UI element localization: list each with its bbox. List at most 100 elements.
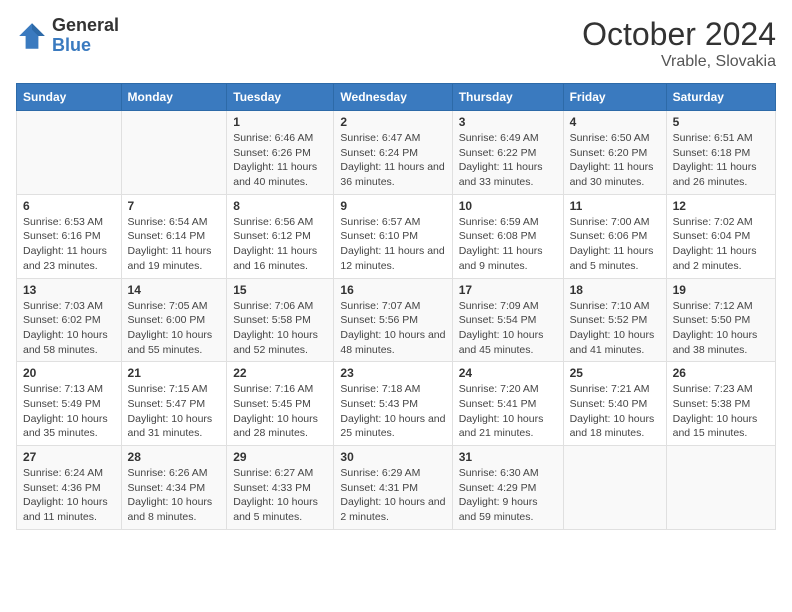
calendar-cell: 28Sunrise: 6:26 AM Sunset: 4:34 PM Dayli… <box>121 446 227 530</box>
day-info: Sunrise: 7:02 AM Sunset: 6:04 PM Dayligh… <box>673 215 769 274</box>
calendar-cell: 24 Sunrise: 7:20 AM Sunset: 5:41 PM Dayli… <box>452 362 563 446</box>
day-number: 15 <box>233 283 327 297</box>
day-number: 26 <box>673 366 769 380</box>
calendar-cell: 19 Sunrise: 7:12 AM Sunset: 5:50 PM Dayli… <box>666 278 775 362</box>
day-number: 12 <box>673 199 769 213</box>
day-number: 14 <box>128 283 221 297</box>
calendar-cell: 17 Sunrise: 7:09 AM Sunset: 5:54 PM Dayli… <box>452 278 563 362</box>
calendar-cell: 22 Sunrise: 7:16 AM Sunset: 5:45 PM Dayli… <box>227 362 334 446</box>
day-number: 23 <box>340 366 445 380</box>
calendar-cell: 30 Sunrise: 6:29 AM Sunset: 4:31 PM Dayli… <box>334 446 452 530</box>
calendar-week-row: 6Sunrise: 6:53 AM Sunset: 6:16 PM Daylig… <box>17 194 776 278</box>
column-header-monday: Monday <box>121 84 227 111</box>
column-header-tuesday: Tuesday <box>227 84 334 111</box>
day-info: Sunrise: 6:49 AM Sunset: 6:22 PM Dayligh… <box>459 131 557 190</box>
day-info: Sunrise: 7:09 AM Sunset: 5:54 PM Dayligh… <box>459 299 557 358</box>
logo-icon <box>16 20 48 52</box>
calendar-cell: 29 Sunrise: 6:27 AM Sunset: 4:33 PM Dayli… <box>227 446 334 530</box>
day-number: 25 <box>570 366 660 380</box>
day-number: 11 <box>570 199 660 213</box>
day-info: Sunrise: 7:15 AM Sunset: 5:47 PM Dayligh… <box>128 382 221 441</box>
column-header-wednesday: Wednesday <box>334 84 452 111</box>
day-info: Sunrise: 7:07 AM Sunset: 5:56 PM Dayligh… <box>340 299 445 358</box>
day-info: Sunrise: 7:18 AM Sunset: 5:43 PM Dayligh… <box>340 382 445 441</box>
calendar-cell: 23 Sunrise: 7:18 AM Sunset: 5:43 PM Dayli… <box>334 362 452 446</box>
day-number: 31 <box>459 450 557 464</box>
day-number: 30 <box>340 450 445 464</box>
day-info: Sunrise: 6:29 AM Sunset: 4:31 PM Dayligh… <box>340 466 445 525</box>
calendar-cell: 11 Sunrise: 7:00 AM Sunset: 6:06 PM Dayli… <box>563 194 666 278</box>
day-number: 1 <box>233 115 327 129</box>
column-header-thursday: Thursday <box>452 84 563 111</box>
title-block: October 2024 Vrable, Slovakia <box>582 16 776 71</box>
calendar-cell: 25 Sunrise: 7:21 AM Sunset: 5:40 PM Dayli… <box>563 362 666 446</box>
calendar-cell: 6Sunrise: 6:53 AM Sunset: 6:16 PM Daylig… <box>17 194 122 278</box>
day-number: 2 <box>340 115 445 129</box>
day-info: Sunrise: 7:12 AM Sunset: 5:50 PM Dayligh… <box>673 299 769 358</box>
calendar-cell: 7Sunrise: 6:54 AM Sunset: 6:14 PM Daylig… <box>121 194 227 278</box>
page-header: General Blue October 2024 Vrable, Slovak… <box>16 16 776 71</box>
day-info: Sunrise: 7:21 AM Sunset: 5:40 PM Dayligh… <box>570 382 660 441</box>
calendar-week-row: 1 Sunrise: 6:46 AM Sunset: 6:26 PM Daylig… <box>17 111 776 195</box>
day-info: Sunrise: 6:27 AM Sunset: 4:33 PM Dayligh… <box>233 466 327 525</box>
day-number: 9 <box>340 199 445 213</box>
day-number: 8 <box>233 199 327 213</box>
day-number: 10 <box>459 199 557 213</box>
day-info: Sunrise: 6:53 AM Sunset: 6:16 PM Dayligh… <box>23 215 115 274</box>
calendar-cell: 5Sunrise: 6:51 AM Sunset: 6:18 PM Daylig… <box>666 111 775 195</box>
day-number: 17 <box>459 283 557 297</box>
calendar-week-row: 20 Sunrise: 7:13 AM Sunset: 5:49 PM Dayli… <box>17 362 776 446</box>
calendar-cell: 8 Sunrise: 6:56 AM Sunset: 6:12 PM Daylig… <box>227 194 334 278</box>
day-number: 19 <box>673 283 769 297</box>
day-number: 18 <box>570 283 660 297</box>
calendar-cell <box>17 111 122 195</box>
logo-text: General Blue <box>52 16 119 56</box>
calendar-cell: 1 Sunrise: 6:46 AM Sunset: 6:26 PM Daylig… <box>227 111 334 195</box>
day-info: Sunrise: 6:50 AM Sunset: 6:20 PM Dayligh… <box>570 131 660 190</box>
logo: General Blue <box>16 16 119 56</box>
column-header-saturday: Saturday <box>666 84 775 111</box>
day-info: Sunrise: 7:06 AM Sunset: 5:58 PM Dayligh… <box>233 299 327 358</box>
day-number: 7 <box>128 199 221 213</box>
day-info: Sunrise: 6:57 AM Sunset: 6:10 PM Dayligh… <box>340 215 445 274</box>
day-info: Sunrise: 7:13 AM Sunset: 5:49 PM Dayligh… <box>23 382 115 441</box>
calendar-cell: 27Sunrise: 6:24 AM Sunset: 4:36 PM Dayli… <box>17 446 122 530</box>
day-info: Sunrise: 6:46 AM Sunset: 6:26 PM Dayligh… <box>233 131 327 190</box>
calendar-cell: 14Sunrise: 7:05 AM Sunset: 6:00 PM Dayli… <box>121 278 227 362</box>
calendar-cell: 18 Sunrise: 7:10 AM Sunset: 5:52 PM Dayli… <box>563 278 666 362</box>
day-info: Sunrise: 7:03 AM Sunset: 6:02 PM Dayligh… <box>23 299 115 358</box>
calendar-cell <box>563 446 666 530</box>
calendar-cell: 20 Sunrise: 7:13 AM Sunset: 5:49 PM Dayli… <box>17 362 122 446</box>
column-header-friday: Friday <box>563 84 666 111</box>
calendar-subtitle: Vrable, Slovakia <box>582 53 776 71</box>
day-info: Sunrise: 6:24 AM Sunset: 4:36 PM Dayligh… <box>23 466 115 525</box>
day-info: Sunrise: 6:47 AM Sunset: 6:24 PM Dayligh… <box>340 131 445 190</box>
day-number: 24 <box>459 366 557 380</box>
calendar-cell: 21 Sunrise: 7:15 AM Sunset: 5:47 PM Dayli… <box>121 362 227 446</box>
calendar-week-row: 13 Sunrise: 7:03 AM Sunset: 6:02 PM Dayli… <box>17 278 776 362</box>
calendar-table: SundayMondayTuesdayWednesdayThursdayFrid… <box>16 83 776 530</box>
day-number: 20 <box>23 366 115 380</box>
calendar-cell: 9 Sunrise: 6:57 AM Sunset: 6:10 PM Daylig… <box>334 194 452 278</box>
calendar-cell: 2 Sunrise: 6:47 AM Sunset: 6:24 PM Daylig… <box>334 111 452 195</box>
day-info: Sunrise: 7:23 AM Sunset: 5:38 PM Dayligh… <box>673 382 769 441</box>
day-number: 4 <box>570 115 660 129</box>
day-number: 21 <box>128 366 221 380</box>
calendar-cell <box>121 111 227 195</box>
calendar-cell: 3Sunrise: 6:49 AM Sunset: 6:22 PM Daylig… <box>452 111 563 195</box>
column-header-sunday: Sunday <box>17 84 122 111</box>
day-info: Sunrise: 6:56 AM Sunset: 6:12 PM Dayligh… <box>233 215 327 274</box>
day-number: 13 <box>23 283 115 297</box>
calendar-cell: 10Sunrise: 6:59 AM Sunset: 6:08 PM Dayli… <box>452 194 563 278</box>
day-number: 22 <box>233 366 327 380</box>
calendar-cell: 31 Sunrise: 6:30 AM Sunset: 4:29 PM Dayli… <box>452 446 563 530</box>
day-info: Sunrise: 7:10 AM Sunset: 5:52 PM Dayligh… <box>570 299 660 358</box>
day-info: Sunrise: 7:16 AM Sunset: 5:45 PM Dayligh… <box>233 382 327 441</box>
day-info: Sunrise: 7:20 AM Sunset: 5:41 PM Dayligh… <box>459 382 557 441</box>
day-info: Sunrise: 6:30 AM Sunset: 4:29 PM Dayligh… <box>459 466 557 525</box>
day-info: Sunrise: 7:00 AM Sunset: 6:06 PM Dayligh… <box>570 215 660 274</box>
day-number: 29 <box>233 450 327 464</box>
calendar-cell: 16Sunrise: 7:07 AM Sunset: 5:56 PM Dayli… <box>334 278 452 362</box>
calendar-cell: 13 Sunrise: 7:03 AM Sunset: 6:02 PM Dayli… <box>17 278 122 362</box>
calendar-cell: 26 Sunrise: 7:23 AM Sunset: 5:38 PM Dayli… <box>666 362 775 446</box>
